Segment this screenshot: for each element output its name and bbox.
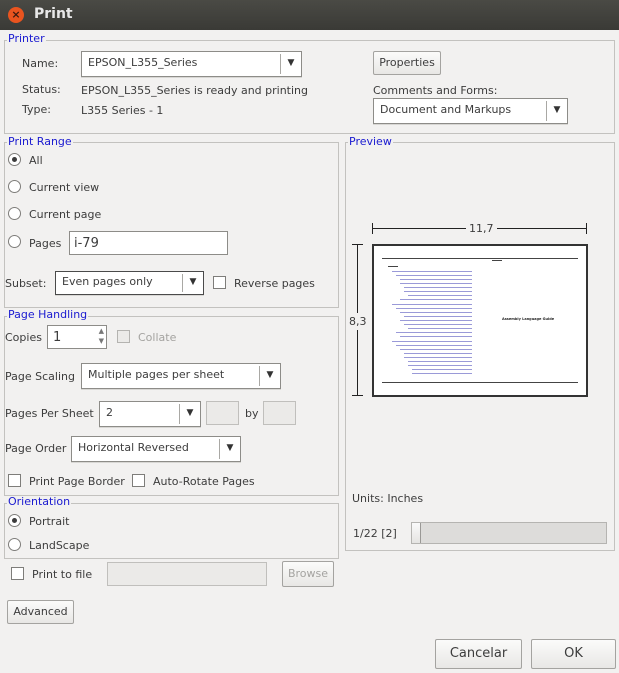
chevron-down-icon: ▼	[219, 439, 240, 459]
page-order-label: Page Order	[5, 442, 67, 455]
radio-landscape-label: LandScape	[29, 539, 90, 552]
copies-spinner[interactable]: 1 ▲ ▼	[47, 325, 107, 349]
reverse-pages-label: Reverse pages	[234, 277, 315, 290]
comments-forms-value: Document and Markups	[380, 103, 512, 116]
subset-select[interactable]: Even pages only ▼	[55, 271, 204, 295]
subset-value: Even pages only	[62, 275, 153, 288]
print-to-file-label: Print to file	[32, 568, 93, 581]
page-scaling-value: Multiple pages per sheet	[88, 368, 225, 381]
radio-all-label: All	[29, 154, 43, 167]
slider-handle[interactable]	[412, 523, 421, 543]
collate-checkbox[interactable]	[117, 330, 130, 343]
radio-pages-label: Pages	[29, 237, 62, 250]
radio-current-view-label: Current view	[29, 181, 100, 194]
units-label: Units: Inches	[352, 492, 424, 505]
print-to-file-checkbox[interactable]	[11, 567, 24, 580]
height-dimension-tick-top	[352, 244, 363, 245]
comments-forms-label: Comments and Forms:	[373, 84, 498, 97]
radio-all[interactable]	[8, 153, 21, 166]
reverse-pages-checkbox[interactable]	[213, 276, 226, 289]
preview-left-page-toc	[388, 264, 474, 376]
page-handling-legend: Page Handling	[7, 308, 89, 321]
printer-name-value: EPSON_L355_Series	[88, 56, 198, 69]
preview-right-page-header	[492, 260, 502, 261]
page-order-select[interactable]: Horizontal Reversed ▼	[71, 436, 241, 462]
close-icon[interactable]: ×	[8, 7, 24, 23]
cancel-button[interactable]: Cancelar	[435, 639, 522, 669]
properties-button[interactable]: Properties	[373, 51, 441, 75]
auto-rotate-label: Auto-Rotate Pages	[153, 475, 255, 488]
preview-sheet: Assembly Language Guide	[372, 244, 588, 397]
preview-bottom-rule	[382, 382, 578, 383]
radio-landscape[interactable]	[8, 538, 21, 551]
copies-value: 1	[53, 330, 62, 345]
preview-right-page-title: Assembly Language Guide	[502, 317, 555, 321]
chevron-down-icon: ▼	[546, 101, 567, 121]
chevron-down-icon: ▼	[182, 274, 203, 292]
window-title: Print	[34, 6, 73, 22]
page-indicator: 1/22 [2]	[353, 527, 397, 540]
radio-current-page-label: Current page	[29, 208, 102, 221]
height-dimension-tick-bottom	[352, 395, 363, 396]
preview-page-slider[interactable]	[411, 522, 607, 544]
preview-legend: Preview	[348, 135, 393, 148]
page-order-value: Horizontal Reversed	[78, 441, 189, 454]
ok-button[interactable]: OK	[531, 639, 616, 669]
height-label: 8,3	[349, 313, 367, 330]
page-scaling-select[interactable]: Multiple pages per sheet ▼	[81, 363, 281, 389]
radio-current-view[interactable]	[8, 180, 21, 193]
chevron-down-icon: ▼	[259, 366, 280, 386]
printer-type-value: L355 Series - 1	[81, 104, 164, 117]
printer-status-label: Status:	[22, 83, 61, 96]
spin-up-icon[interactable]: ▲	[99, 327, 104, 335]
radio-portrait[interactable]	[8, 514, 21, 527]
printer-name-label: Name:	[22, 57, 59, 70]
printer-type-label: Type:	[22, 103, 51, 116]
by-label: by	[245, 407, 259, 420]
collate-label: Collate	[138, 331, 177, 344]
radio-portrait-label: Portrait	[29, 515, 70, 528]
orientation-legend: Orientation	[7, 495, 72, 508]
pages-per-sheet-select[interactable]: 2 ▼	[99, 401, 201, 427]
auto-rotate-checkbox[interactable]	[132, 474, 145, 487]
width-label: 11,7	[466, 222, 497, 235]
chevron-down-icon: ▼	[280, 54, 301, 74]
width-dimension-tick-left	[372, 223, 373, 234]
print-to-file-path-input[interactable]	[107, 562, 267, 586]
print-range-legend: Print Range	[7, 135, 73, 148]
subset-label: Subset:	[5, 277, 47, 290]
title-bar: × Print	[0, 0, 619, 30]
page-scaling-label: Page Scaling	[5, 370, 75, 383]
printer-status-value: EPSON_L355_Series is ready and printing	[81, 84, 309, 97]
print-page-border-label: Print Page Border	[29, 475, 125, 488]
pages-per-sheet-rows-input[interactable]	[263, 401, 296, 425]
print-page-border-checkbox[interactable]	[8, 474, 21, 487]
comments-forms-select[interactable]: Document and Markups ▼	[373, 98, 568, 124]
width-dimension-tick-right	[586, 223, 587, 234]
preview-top-rule	[382, 258, 578, 259]
browse-button[interactable]: Browse	[282, 561, 334, 587]
printer-name-select[interactable]: EPSON_L355_Series ▼	[81, 51, 302, 77]
radio-current-page[interactable]	[8, 207, 21, 220]
pages-input[interactable]: i-79	[69, 231, 228, 255]
advanced-button[interactable]: Advanced	[7, 600, 74, 624]
radio-pages[interactable]	[8, 235, 21, 248]
chevron-down-icon: ▼	[179, 404, 200, 424]
pages-input-value: i-79	[74, 236, 99, 251]
printer-legend: Printer	[7, 32, 46, 45]
pages-per-sheet-value: 2	[106, 406, 113, 419]
pages-per-sheet-cols-input[interactable]	[206, 401, 239, 425]
copies-label: Copies	[5, 331, 42, 344]
spin-down-icon[interactable]: ▼	[99, 337, 104, 345]
pages-per-sheet-label: Pages Per Sheet	[5, 407, 94, 420]
